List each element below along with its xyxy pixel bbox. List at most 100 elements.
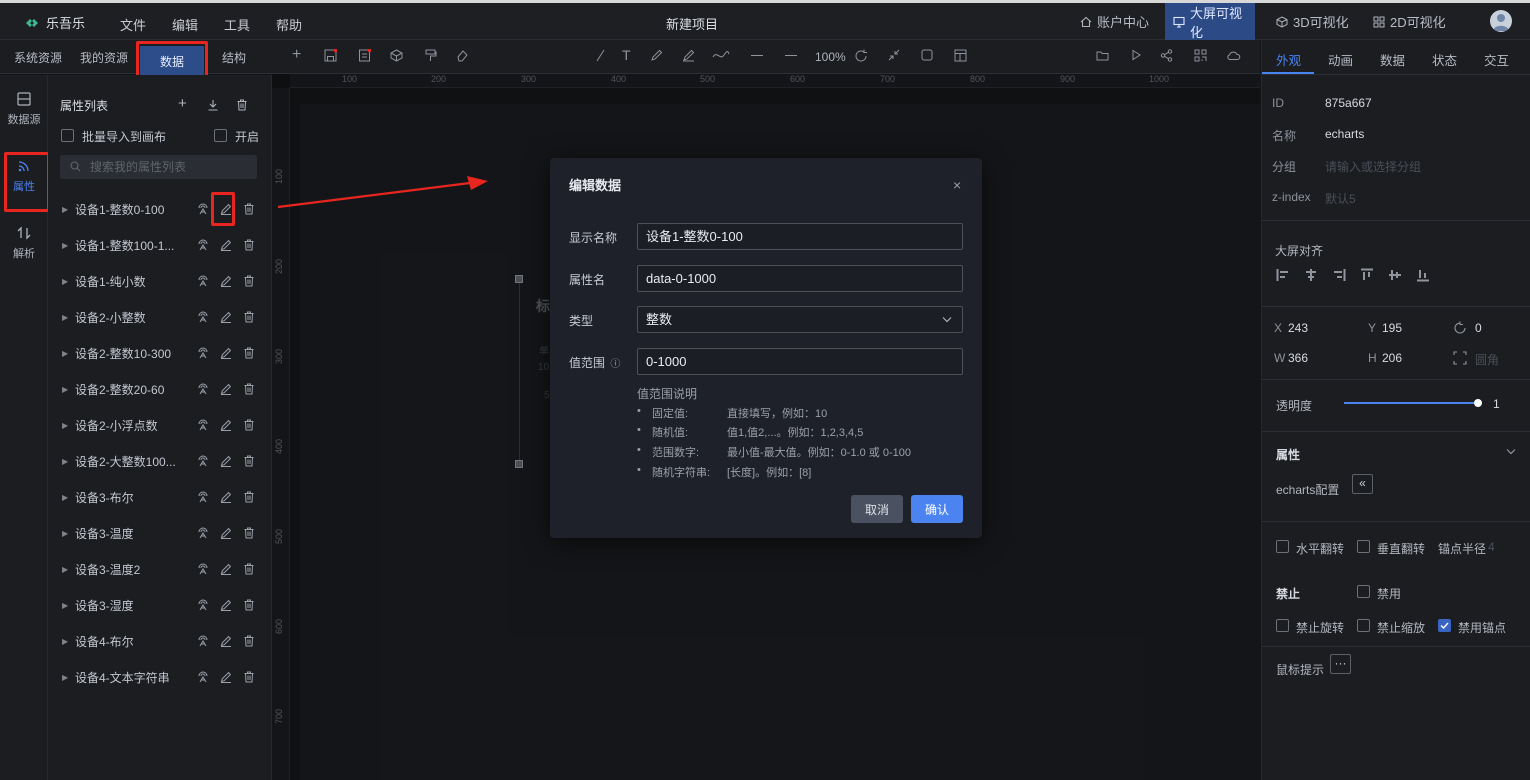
add-icon[interactable]: + — [178, 95, 187, 112]
caret-right-icon[interactable]: ▶ — [60, 673, 75, 682]
zoom-level[interactable]: 100% — [815, 50, 846, 64]
bind-icon[interactable] — [191, 383, 214, 395]
delete-icon[interactable] — [237, 455, 260, 467]
delete-icon[interactable] — [237, 491, 260, 503]
tab-my-resources[interactable]: 我的资源 — [80, 49, 128, 66]
edit-icon[interactable] — [214, 527, 237, 539]
cube-icon[interactable] — [390, 49, 403, 62]
property-list-item[interactable]: ▶ 设备2-大整数100... — [60, 451, 260, 471]
tab-system-resources[interactable]: 系统资源 — [14, 49, 62, 66]
enable-checkbox[interactable] — [214, 129, 227, 142]
delete-all-icon[interactable] — [236, 99, 248, 111]
edit-icon[interactable] — [214, 347, 237, 359]
tab-state[interactable]: 状态 — [1432, 50, 1457, 69]
w-input[interactable]: 366 — [1288, 351, 1308, 365]
caret-right-icon[interactable]: ▶ — [60, 565, 75, 574]
y-input[interactable]: 195 — [1382, 321, 1402, 335]
tab-data[interactable]: 数据 — [1380, 50, 1405, 69]
caret-right-icon[interactable]: ▶ — [60, 205, 75, 214]
disable-anchor-checkbox[interactable] — [1438, 619, 1451, 632]
caret-right-icon[interactable]: ▶ — [60, 313, 75, 322]
caret-right-icon[interactable]: ▶ — [60, 349, 75, 358]
nav-account-center[interactable]: 账户中心 — [1072, 3, 1157, 40]
delete-icon[interactable] — [237, 275, 260, 287]
bind-icon[interactable] — [191, 203, 214, 215]
h-input[interactable]: 206 — [1382, 351, 1402, 365]
share-icon[interactable] — [1160, 49, 1173, 62]
rotate-input[interactable]: 0 — [1475, 321, 1482, 335]
property-list-item[interactable]: ▶ 设备3-温度2 — [60, 559, 260, 579]
cancel-button[interactable]: 取消 — [851, 495, 903, 523]
disable-checkbox[interactable] — [1357, 585, 1370, 598]
opacity-slider-handle[interactable] — [1474, 399, 1482, 407]
menu-tools[interactable]: 工具 — [224, 15, 250, 34]
property-list-item[interactable]: ▶ 设备2-小整数 — [60, 307, 260, 327]
edit-icon[interactable] — [214, 599, 237, 611]
flip-h-checkbox[interactable] — [1276, 540, 1289, 553]
bind-icon[interactable] — [191, 347, 214, 359]
project-title[interactable]: 新建项目 — [666, 14, 718, 33]
user-avatar[interactable] — [1490, 10, 1512, 32]
bind-icon[interactable] — [191, 239, 214, 251]
mouse-tip-button[interactable]: ··· — [1330, 654, 1351, 674]
delete-icon[interactable] — [237, 563, 260, 575]
caret-right-icon[interactable]: ▶ — [60, 421, 75, 430]
disable-scale-checkbox[interactable] — [1357, 619, 1370, 632]
play-icon[interactable] — [1130, 49, 1142, 61]
chevron-down-icon[interactable] — [1506, 448, 1516, 455]
flip-v-checkbox[interactable] — [1357, 540, 1370, 553]
sidenav-item-parse[interactable]: 解析 — [0, 225, 48, 261]
caret-right-icon[interactable]: ▶ — [60, 241, 75, 250]
prop-name-input[interactable]: data-0-1000 — [637, 265, 963, 292]
bind-icon[interactable] — [191, 491, 214, 503]
text-icon[interactable]: T — [622, 47, 631, 63]
delete-icon[interactable] — [237, 419, 260, 431]
zindex-input[interactable]: 默认5 — [1325, 190, 1356, 207]
line-icon[interactable] — [594, 49, 607, 62]
display-name-input[interactable]: 设备1-整数0-100 — [637, 223, 963, 250]
align-right-icon[interactable] — [1332, 268, 1346, 282]
edit-icon[interactable] — [214, 455, 237, 467]
bind-icon[interactable] — [191, 599, 214, 611]
shrink-icon[interactable] — [888, 49, 900, 61]
disable-rotate-checkbox[interactable] — [1276, 619, 1289, 632]
format-painter-icon[interactable] — [424, 49, 437, 62]
property-list-item[interactable]: ▶ 设备3-湿度 — [60, 595, 260, 615]
tab-animation[interactable]: 动画 — [1328, 50, 1353, 69]
property-list-item[interactable]: ▶ 设备2-整数20-60 — [60, 379, 260, 399]
id-value[interactable]: 875a667 — [1325, 96, 1372, 110]
caret-right-icon[interactable]: ▶ — [60, 385, 75, 394]
eraser-icon[interactable] — [456, 49, 469, 62]
caret-right-icon[interactable]: ▶ — [60, 637, 75, 646]
download-icon[interactable] — [207, 99, 219, 111]
tab-interaction[interactable]: 交互 — [1484, 50, 1509, 69]
property-list-item[interactable]: ▶ 设备4-布尔 — [60, 631, 260, 651]
corner-radius-input[interactable]: 圆角 — [1475, 351, 1499, 368]
edit-icon[interactable] — [214, 419, 237, 431]
caret-right-icon[interactable]: ▶ — [60, 277, 75, 286]
caret-right-icon[interactable]: ▶ — [60, 493, 75, 502]
property-search-input[interactable]: 搜索我的属性列表 — [60, 155, 257, 179]
qrcode-icon[interactable] — [1194, 49, 1207, 62]
help-icon[interactable]: ⓘ — [610, 359, 620, 370]
save-icon[interactable] — [324, 49, 337, 62]
edit-icon[interactable] — [214, 563, 237, 575]
pen-icon[interactable] — [650, 49, 663, 62]
document-icon[interactable] — [358, 49, 371, 62]
tab-appearance[interactable]: 外观 — [1276, 50, 1301, 69]
property-list-item[interactable]: ▶ 设备1-整数0-100 — [60, 199, 260, 219]
menu-edit[interactable]: 编辑 — [172, 15, 198, 34]
menu-file[interactable]: 文件 — [120, 15, 146, 34]
caret-right-icon[interactable]: ▶ — [60, 601, 75, 610]
pencil-icon[interactable] — [682, 49, 695, 62]
tab-data[interactable]: 数据 — [140, 46, 204, 76]
delete-icon[interactable] — [237, 383, 260, 395]
refresh-icon[interactable] — [854, 49, 868, 63]
edit-icon[interactable] — [214, 491, 237, 503]
caret-right-icon[interactable]: ▶ — [60, 529, 75, 538]
delete-icon[interactable] — [237, 239, 260, 251]
bind-icon[interactable] — [191, 275, 214, 287]
nav-2d-visualization[interactable]: 2D可视化 — [1365, 3, 1454, 40]
bind-icon[interactable] — [191, 311, 214, 323]
type-select[interactable]: 整数 — [637, 306, 963, 333]
